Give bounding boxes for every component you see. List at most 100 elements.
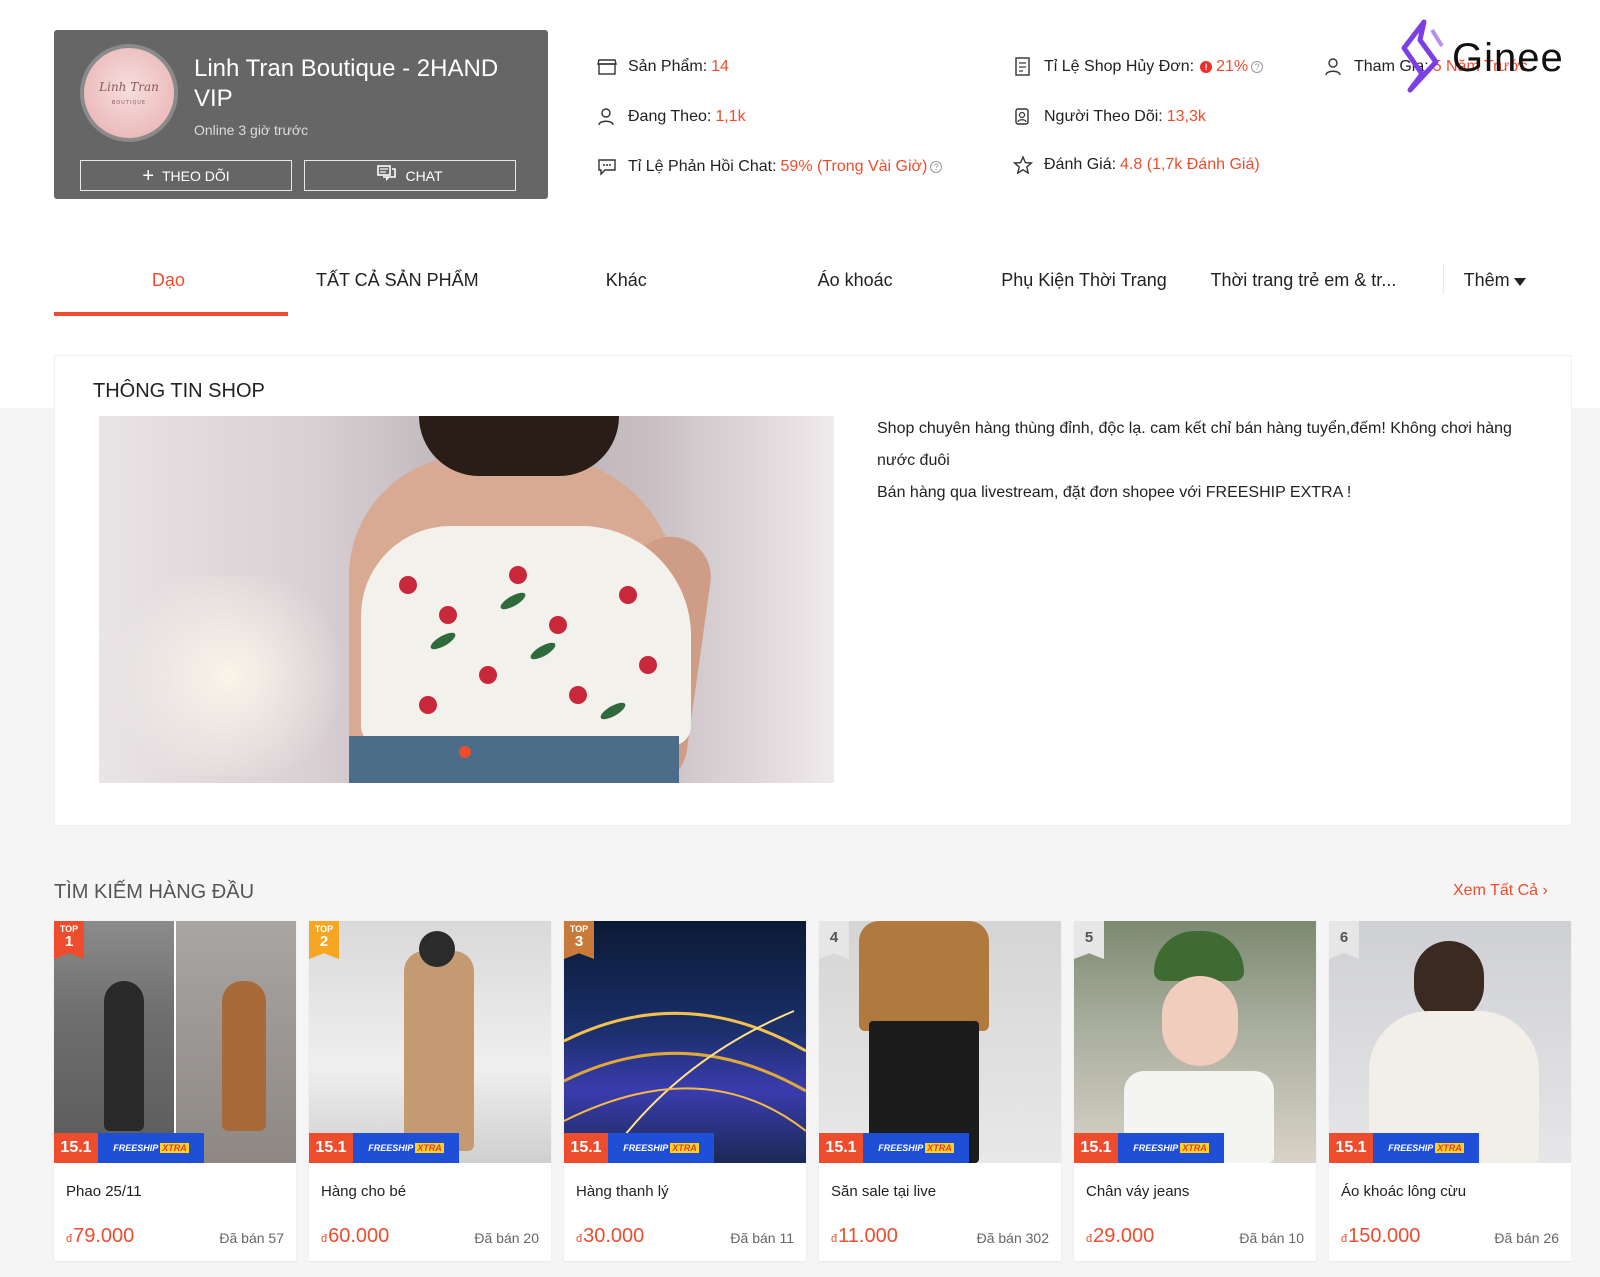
stat-cancel-rate-value: 21% [1216, 58, 1249, 75]
product-price: đ 11.000 [831, 1225, 898, 1247]
rank-badge: TOP 1 [54, 921, 84, 959]
product-card-4[interactable]: 4 15.1 FREESHIP XTRA Săn sale tại live đ 11… [819, 921, 1061, 1261]
top-search-title: TÌM KIẾM HÀNG ĐẦU [54, 881, 255, 903]
ginee-logo-icon [1398, 18, 1448, 99]
document-icon [1012, 56, 1034, 78]
product-price: đ 29.000 [1086, 1225, 1155, 1247]
stat-chat-rate-value: 59% (Trong Vài Giờ) [780, 158, 928, 175]
chat-button-label: CHAT [405, 167, 443, 184]
product-sold-count: Đã bán 20 [474, 1230, 539, 1246]
shop-description-line-1: Shop chuyên hàng thùng đỉnh, độc lạ. cam… [877, 420, 1512, 469]
stat-cancel-rate: Tỉ Lệ Shop Hủy Đơn: ! 21% ? [1012, 56, 1264, 78]
help-icon[interactable]: ? [1251, 61, 1264, 73]
tab-all-products[interactable]: TẤT CẢ SẢN PHẨM [283, 254, 512, 316]
ginee-logo-text: Ginee [1452, 36, 1564, 80]
stat-rating-value: 4.8 (1,7k Đánh Giá) [1120, 156, 1260, 173]
product-sold-count: Đã bán 11 [730, 1230, 794, 1246]
shop-info-section: THÔNG TIN SHOP Shop chuyên hàng thùng đỉ… [54, 355, 1572, 826]
product-image[interactable] [54, 921, 296, 1163]
shop-online-status: Online 3 giờ trước [194, 122, 309, 138]
shop-description-line-2: Bán hàng qua livestream, đặt đơn shopee … [877, 484, 1352, 501]
follow-button[interactable]: + THEO DÕI [80, 160, 292, 191]
product-card-6[interactable]: 6 15.1 FREESHIP XTRA Áo khoác lông cừu đ 15… [1329, 921, 1571, 1261]
tab-explore[interactable]: Dạo [54, 254, 288, 316]
chat-button[interactable]: CHAT [304, 160, 516, 191]
product-name: Hàng thanh lý [576, 1183, 669, 1200]
tab-more-dropdown[interactable]: Thêm [1443, 264, 1545, 294]
promo-banner: 15.1 FREESHIP XTRA [564, 1133, 714, 1163]
ginee-logo: Ginee [1398, 18, 1564, 99]
product-price: đ 150.000 [1341, 1225, 1421, 1247]
promo-banner: 15.1 FREESHIP XTRA [1074, 1133, 1224, 1163]
product-card-2[interactable]: TOP 2 15.1 FREESHIP XTRA Hàng cho bé đ 60.00… [309, 921, 551, 1261]
avatar-logo-sub: BOUTIQUE [111, 100, 147, 106]
followers-icon [1012, 106, 1034, 128]
see-all-link[interactable]: Xem Tất Cả › [1453, 882, 1548, 900]
star-icon [1012, 154, 1034, 176]
shop-avatar[interactable]: Linh Tran BOUTIQUE [80, 44, 178, 142]
avatar-logo-script: Linh Tran [99, 80, 159, 94]
top-search-products: TOP 1 15.1 FREESHIP XTRA Phao 25/11 đ 79.000… [54, 921, 1574, 1261]
rank-badge: TOP 3 [564, 921, 594, 959]
product-sold-count: Đã bán 26 [1494, 1230, 1559, 1246]
stat-products-label: Sản Phẩm: [628, 58, 708, 75]
rank-badge: TOP 2 [309, 921, 339, 959]
store-icon [596, 56, 618, 78]
chat-icon [377, 165, 397, 186]
shop-name: Linh Tran Boutique - 2HAND VIP [194, 55, 499, 112]
product-sold-count: Đã bán 10 [1239, 1230, 1304, 1246]
promo-banner: 15.1 FREESHIP XTRA [309, 1133, 459, 1163]
stat-products-value: 14 [711, 58, 729, 75]
product-name: Hàng cho bé [321, 1183, 407, 1200]
stat-followers-label: Người Theo Dõi: [1044, 108, 1163, 125]
rank-badge: 4 [819, 921, 849, 959]
shop-nav-tabs: Dạo TẤT CẢ SẢN PHẨM Khác Áo khoác Phụ Ki… [54, 254, 1545, 316]
product-card-5[interactable]: 5 15.1 FREESHIP XTRA Chân váy jeans đ 29.00… [1074, 921, 1316, 1261]
product-image[interactable] [819, 921, 1061, 1163]
stat-chat-rate-label: Tỉ Lệ Phản Hồi Chat: [628, 158, 777, 175]
promo-banner: 15.1 FREESHIP XTRA [819, 1133, 969, 1163]
shop-card: Linh Tran BOUTIQUE Linh Tran Boutique - … [54, 30, 548, 199]
stat-followers: Người Theo Dõi: 13,3k [1012, 106, 1206, 128]
product-name: Phao 25/11 [66, 1183, 142, 1200]
alert-icon: ! [1200, 61, 1213, 73]
product-image[interactable] [1329, 921, 1571, 1163]
person-add-icon [596, 106, 618, 128]
tab-jackets[interactable]: Áo khoác [741, 254, 970, 316]
product-image[interactable] [1074, 921, 1316, 1163]
product-name: Chân váy jeans [1086, 1183, 1190, 1200]
product-card-1[interactable]: TOP 1 15.1 FREESHIP XTRA Phao 25/11 đ 79.000… [54, 921, 296, 1261]
stat-rating-label: Đánh Giá: [1044, 156, 1117, 173]
person-icon [1322, 56, 1344, 78]
promo-banner: 15.1 FREESHIP XTRA [54, 1133, 204, 1163]
product-sold-count: Đã bán 57 [219, 1230, 284, 1246]
stat-followers-value: 13,3k [1166, 108, 1206, 125]
shop-banner-image[interactable] [99, 416, 834, 783]
stat-following-value: 1,1k [715, 108, 746, 125]
stat-following: Đang Theo: 1,1k [596, 106, 746, 128]
help-icon[interactable]: ? [930, 161, 943, 173]
product-image[interactable] [309, 921, 551, 1163]
product-price: đ 60.000 [321, 1225, 390, 1247]
tab-other[interactable]: Khác [512, 254, 741, 316]
tab-more-label: Thêm [1463, 270, 1510, 290]
product-price: đ 79.000 [66, 1225, 135, 1247]
product-sold-count: Đã bán 302 [976, 1230, 1049, 1246]
product-card-3[interactable]: TOP 3 15.1 FREESHIP XTRA Hàng thanh lý đ 30.… [564, 921, 806, 1261]
stat-cancel-rate-label: Tỉ Lệ Shop Hủy Đơn: [1044, 58, 1195, 75]
product-name: Áo khoác lông cừu [1341, 1183, 1467, 1200]
chevron-right-icon: › [1542, 882, 1548, 899]
see-all-label: Xem Tất Cả [1453, 882, 1539, 899]
product-image[interactable] [564, 921, 806, 1163]
chat-bubble-icon [596, 156, 618, 178]
tab-kids-fashion[interactable]: Thời trang trẻ em & tr... [1198, 254, 1443, 316]
carousel-dot[interactable] [459, 746, 471, 758]
plus-icon: + [142, 164, 154, 187]
product-price: đ 30.000 [576, 1225, 645, 1247]
tab-accessories[interactable]: Phụ Kiện Thời Trang [970, 254, 1199, 316]
shop-info-title: THÔNG TIN SHOP [93, 380, 265, 402]
stat-following-label: Đang Theo: [628, 108, 712, 125]
rank-badge: 6 [1329, 921, 1359, 959]
stat-rating: Đánh Giá: 4.8 (1,7k Đánh Giá) [1012, 154, 1260, 176]
caret-down-icon [1513, 278, 1526, 286]
